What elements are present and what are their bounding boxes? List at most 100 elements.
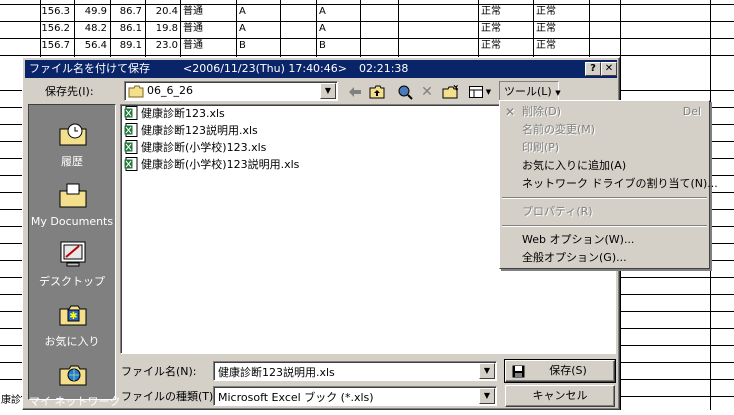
cell[interactable]: 48.2: [74, 21, 107, 37]
menu-item-add-to-favorites[interactable]: お気に入りに追加(A): [500, 157, 709, 175]
save-disk-icon: [512, 365, 525, 378]
menu-item-label: 名前の変更(M): [522, 123, 596, 136]
desktop-icon: [60, 241, 86, 267]
excel-file-icon: [124, 140, 138, 154]
filetype-value: Microsoft Excel ブック (*.xls): [218, 391, 374, 404]
cell[interactable]: 普通: [183, 38, 203, 54]
network-icon: [59, 365, 87, 386]
menu-item-label: 印刷(P): [522, 141, 560, 154]
file-item[interactable]: 健康診断123説明用.xls: [124, 123, 258, 139]
cell[interactable]: 普通: [183, 4, 203, 20]
cell[interactable]: A: [319, 4, 326, 20]
delete-icon[interactable]: ✕: [416, 82, 438, 102]
chevron-down-icon[interactable]: ▼: [320, 83, 336, 99]
menu-item-rename[interactable]: 名前の変更(M): [500, 121, 709, 139]
cancel-button[interactable]: キャンセル: [505, 385, 615, 407]
save-in-dropdown[interactable]: 06_6_26 ▼: [124, 81, 338, 101]
save-in-label: 保存先(I):: [45, 85, 94, 98]
menu-item-label: Web オプション(W)...: [522, 233, 635, 246]
cell[interactable]: 正常: [481, 21, 501, 37]
filetype-label: ファイルの種類(T):: [121, 390, 218, 403]
menu-item-label: プロパティ(R): [522, 205, 593, 218]
cell[interactable]: 普通: [183, 21, 203, 37]
help-button[interactable]: ?: [585, 62, 601, 76]
menu-item-delete[interactable]: ✕ 削除(D) Del: [500, 103, 709, 121]
my-documents-icon: [59, 183, 87, 208]
place-my-documents[interactable]: My Documents: [29, 177, 115, 237]
cell[interactable]: 86.7: [110, 4, 142, 20]
filename-label: ファイル名(N):: [121, 365, 197, 378]
place-label: マイ ネットワーク: [29, 395, 121, 408]
chevron-down-icon[interactable]: ▼: [479, 363, 495, 379]
file-name: 健康診断123説明用.xls: [141, 124, 258, 137]
cell[interactable]: 156.2: [40, 21, 70, 37]
back-icon[interactable]: [344, 82, 366, 102]
save-in-value: 06_6_26: [147, 84, 193, 97]
place-label: デスクトップ: [39, 275, 105, 288]
menu-item-web-options[interactable]: Web オプション(W)...: [500, 231, 709, 249]
menu-item-label: お気に入りに追加(A): [522, 159, 627, 172]
cell[interactable]: 正常: [481, 4, 501, 20]
menu-item-print[interactable]: 印刷(P): [500, 139, 709, 157]
dialog-titlebar[interactable]: ファイル名を付けて保存 <2006/11/23(Thu) 17:40:46> 0…: [25, 60, 617, 78]
menu-item-map-network-drive[interactable]: ネットワーク ドライブの割り当て(N)...: [500, 175, 718, 193]
menu-item-label: 削除(D): [522, 105, 562, 118]
cell[interactable]: 86.1: [110, 21, 142, 37]
search-web-icon[interactable]: [394, 82, 416, 102]
place-history[interactable]: 履歴: [29, 115, 115, 175]
places-bar: 履歴 My Documents デスクトップ ✱ お気に入り マイ ネットワーク: [28, 104, 121, 408]
place-label: 履歴: [61, 155, 83, 168]
cell[interactable]: 89.1: [110, 38, 142, 54]
filename-value: 健康診断123説明用.xls: [218, 366, 335, 379]
cell[interactable]: 正常: [481, 38, 501, 54]
cell[interactable]: 56.4: [74, 38, 107, 54]
place-label: お気に入り: [44, 335, 100, 348]
save-button-label: 保存(S): [549, 364, 587, 377]
cell[interactable]: B: [239, 38, 246, 54]
chevron-down-icon[interactable]: ▼: [479, 388, 495, 404]
tools-button[interactable]: ツール(L) ▼: [499, 81, 561, 102]
menu-item-properties[interactable]: プロパティ(R): [500, 203, 709, 221]
menu-item-general-options[interactable]: 全般オプション(G)...: [500, 249, 709, 267]
cell[interactable]: 正常: [536, 4, 556, 20]
cell[interactable]: B: [319, 38, 326, 54]
cell[interactable]: A: [239, 21, 246, 37]
cell[interactable]: 正常: [536, 38, 556, 54]
cell[interactable]: 156.7: [40, 38, 70, 54]
cell[interactable]: 正常: [536, 21, 556, 37]
cell[interactable]: 156.3: [40, 4, 70, 20]
cell[interactable]: A: [319, 21, 326, 37]
place-favorites[interactable]: ✱ お気に入り: [29, 295, 115, 355]
title-timestamp: <2006/11/23(Thu) 17:40:46>: [183, 62, 347, 75]
file-item[interactable]: 健康診断(小学校)123説明用.xls: [124, 157, 299, 173]
save-button[interactable]: 保存(S): [504, 359, 616, 383]
file-name: 健康診断(小学校)123説明用.xls: [141, 158, 300, 171]
svg-text:✱: ✱: [69, 311, 77, 322]
views-icon[interactable]: ▼: [464, 82, 496, 102]
cell[interactable]: 19.8: [145, 21, 178, 37]
excel-file-icon: [124, 123, 138, 137]
menu-item-label: 全般オプション(G)...: [522, 251, 627, 264]
filename-input[interactable]: 健康診断123説明用.xls ▼: [213, 361, 497, 381]
close-button[interactable]: ✕: [601, 62, 617, 76]
title-elapsed-time: 02:21:38: [359, 62, 409, 75]
menu-item-label: ネットワーク ドライブの割り当て(N)...: [522, 177, 718, 190]
file-item[interactable]: 健康診断(小学校)123.xls: [124, 140, 266, 156]
cell[interactable]: 49.9: [74, 4, 107, 20]
menu-separator: [502, 197, 707, 199]
filetype-select[interactable]: Microsoft Excel ブック (*.xls) ▼: [213, 386, 497, 406]
place-my-network[interactable]: マイ ネットワーク: [29, 355, 121, 415]
delete-icon: ✕: [505, 105, 516, 119]
file-item[interactable]: 健康診断123.xls: [124, 106, 225, 122]
cell[interactable]: 20.4: [145, 4, 178, 20]
place-label: My Documents: [30, 215, 114, 228]
cell[interactable]: 康診: [0, 393, 21, 409]
chevron-down-icon: ▼: [555, 89, 561, 97]
new-folder-icon[interactable]: [439, 82, 461, 102]
cell[interactable]: 23.0: [145, 38, 178, 54]
menu-item-shortcut: Del: [682, 105, 701, 118]
up-folder-icon[interactable]: [366, 82, 388, 102]
tools-button-label: ツール(L): [504, 85, 552, 98]
place-desktop[interactable]: デスクトップ: [29, 235, 115, 295]
cell[interactable]: A: [239, 4, 246, 20]
